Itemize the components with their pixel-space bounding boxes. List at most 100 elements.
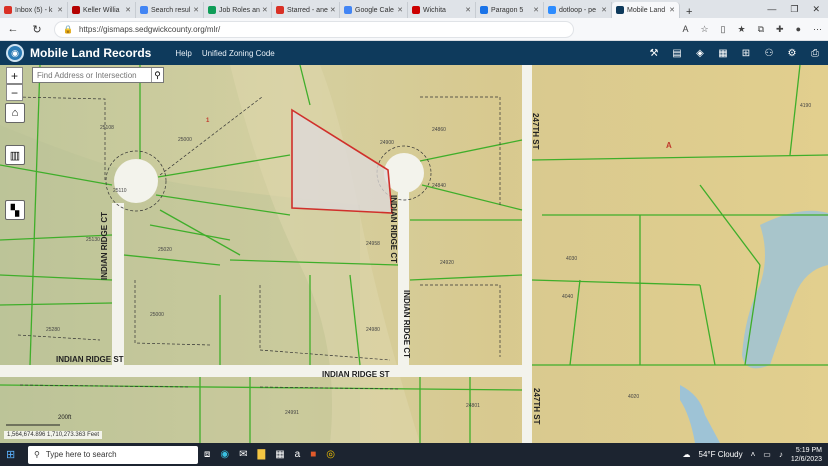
weather-text[interactable]: 54°F Cloudy: [699, 450, 743, 459]
close-window-icon[interactable]: ✕: [812, 4, 820, 15]
clock-date: 12/6/2023: [790, 455, 822, 463]
taskbar: ⊞ ⚲ Type here to search ⧈ ◉ ✉ ▇ ▦ a ■ ◎ …: [0, 443, 828, 466]
parcel-label: 4190: [800, 103, 812, 109]
browser-tab[interactable]: Starred - ane ✕: [272, 2, 340, 18]
parcel-label: 24840: [432, 183, 446, 189]
zoning-code-link[interactable]: Unified Zoning Code: [202, 49, 275, 58]
parcel-label: 24991: [285, 410, 299, 416]
back-icon[interactable]: ←: [6, 23, 20, 35]
street-label-247th-bottom: 247TH ST: [532, 388, 541, 425]
tab-close-icon[interactable]: ✕: [463, 6, 471, 14]
address-search: ⚲: [32, 67, 164, 83]
taskbar-search[interactable]: ⚲ Type here to search: [28, 445, 198, 464]
settings-icon[interactable]: ⚙: [785, 48, 799, 59]
clock[interactable]: 5:19 PM 12/6/2023: [791, 446, 822, 464]
favorite-star-icon[interactable]: ☆: [700, 24, 708, 35]
more-icon[interactable]: ⋯: [813, 24, 822, 35]
tab-close-icon[interactable]: ✕: [123, 6, 131, 14]
tab-favicon-icon: [344, 6, 352, 14]
tab-favicon-icon: [4, 6, 12, 14]
tab-close-icon[interactable]: ✕: [191, 6, 199, 14]
network-icon[interactable]: ▭: [763, 450, 771, 459]
store-icon[interactable]: ▦: [275, 449, 284, 460]
zoom-in-button[interactable]: +: [6, 67, 23, 84]
tab-close-icon[interactable]: ✕: [328, 6, 336, 14]
tab-label: Search resul: [151, 6, 191, 14]
refresh-icon[interactable]: ↻: [30, 23, 44, 36]
browser-tab[interactable]: Keller Willia ✕: [68, 2, 136, 18]
print-icon[interactable]: ⎙: [808, 48, 822, 59]
task-view-icon[interactable]: ⧈: [204, 449, 210, 460]
search-icon[interactable]: ⚲: [151, 68, 163, 82]
parcel-label: 4040: [562, 294, 574, 300]
layers-icon[interactable]: ◈: [693, 48, 707, 59]
address-search-input[interactable]: [33, 68, 151, 82]
basemap-icon[interactable]: ▚: [5, 200, 25, 220]
tools-icon[interactable]: ⚒: [647, 48, 661, 59]
favorites-icon[interactable]: ★: [738, 24, 746, 35]
street-label-indian-ridge-ct-center: INDIAN RIDGE CT: [389, 195, 398, 263]
tab-label: Wichita: [423, 6, 446, 14]
url-field[interactable]: 🔒 https://gismaps.sedgwickcounty.org/mlr…: [54, 20, 574, 38]
browser-tab[interactable]: dotloop - pe ✕: [544, 2, 612, 18]
office-icon[interactable]: ■: [310, 449, 316, 460]
tab-close-icon[interactable]: ✕: [55, 6, 63, 14]
app-header: ◉ Mobile Land Records Help Unified Zonin…: [0, 41, 828, 65]
zoom-out-button[interactable]: −: [6, 84, 23, 101]
restore-icon[interactable]: ❐: [790, 4, 798, 15]
parcel-label: 24860: [432, 127, 446, 133]
table-icon[interactable]: ▦: [716, 48, 730, 59]
help-link[interactable]: Help: [175, 49, 191, 58]
chevron-up-icon[interactable]: ˄: [751, 450, 756, 459]
parcel-label: 24958: [366, 241, 380, 247]
street-label-indian-ridge-ct-lower: INDIAN RIDGE CT: [402, 290, 411, 358]
tab-close-icon[interactable]: ✕: [260, 6, 268, 14]
bookmark-icon[interactable]: ▤: [670, 48, 684, 59]
tab-close-icon[interactable]: ✕: [531, 6, 539, 14]
basemap-grid-icon[interactable]: ⊞: [739, 48, 753, 59]
parcel-label: 4030: [566, 256, 578, 262]
amazon-icon[interactable]: a: [295, 449, 301, 460]
chrome-icon[interactable]: ◎: [326, 449, 335, 460]
tab-label: Starred - ane: [287, 6, 328, 14]
profile-icon[interactable]: ●: [796, 24, 801, 35]
new-tab-button[interactable]: +: [680, 6, 698, 18]
browser-tools: A ☆ ▯ ★ ⧉ ✚ ● ⋯: [682, 24, 822, 35]
tab-label: Mobile Land: [627, 6, 666, 14]
edge-icon[interactable]: ◉: [220, 449, 229, 460]
parcel-label: 25000: [178, 137, 192, 143]
browser-tab[interactable]: Google Cale ✕: [340, 2, 408, 18]
browser-tab[interactable]: Wichita ✕: [408, 2, 476, 18]
home-icon[interactable]: ⌂: [5, 103, 25, 123]
tab-label: dotloop - pe: [559, 6, 596, 14]
lock-icon: 🔒: [63, 24, 73, 34]
browser-tab[interactable]: Search resul ✕: [136, 2, 204, 18]
user-icon[interactable]: ⚇: [762, 48, 776, 59]
browser-tab[interactable]: Inbox (5) - k ✕: [0, 2, 68, 18]
extensions-icon[interactable]: ✚: [776, 24, 784, 35]
map-canvas: [0, 65, 828, 443]
county-logo-icon: ◉: [6, 44, 24, 62]
read-aloud-icon[interactable]: A: [682, 24, 688, 35]
tab-close-icon[interactable]: ✕: [667, 6, 675, 14]
split-screen-icon[interactable]: ▯: [721, 24, 726, 35]
browser-tab[interactable]: Mobile Land ✕: [612, 2, 680, 18]
map-view[interactable]: INDIAN RIDGE CT INDIAN RIDGE CT INDIAN R…: [0, 65, 828, 443]
browser-tab[interactable]: Job Roles an ✕: [204, 2, 272, 18]
collections-icon[interactable]: ⧉: [758, 24, 764, 35]
weather-icon[interactable]: ☁: [683, 450, 691, 459]
tab-close-icon[interactable]: ✕: [395, 6, 403, 14]
street-label-247th-top: 247TH ST: [531, 113, 540, 150]
windows-start-icon[interactable]: ⊞: [6, 448, 22, 461]
measure-icon[interactable]: ▥: [5, 145, 25, 165]
mail-icon[interactable]: ✉: [239, 449, 247, 460]
browser-tab[interactable]: Paragon 5 ✕: [476, 2, 544, 18]
volume-icon[interactable]: ♪: [779, 450, 783, 459]
parcel-label: 24980: [366, 327, 380, 333]
minimize-icon[interactable]: —: [767, 4, 776, 14]
file-explorer-icon[interactable]: ▇: [258, 449, 266, 460]
tab-favicon-icon: [208, 6, 216, 14]
tab-close-icon[interactable]: ✕: [599, 6, 607, 14]
app-title: Mobile Land Records: [30, 46, 152, 60]
taskbar-apps: ⧈ ◉ ✉ ▇ ▦ a ■ ◎: [204, 449, 335, 460]
